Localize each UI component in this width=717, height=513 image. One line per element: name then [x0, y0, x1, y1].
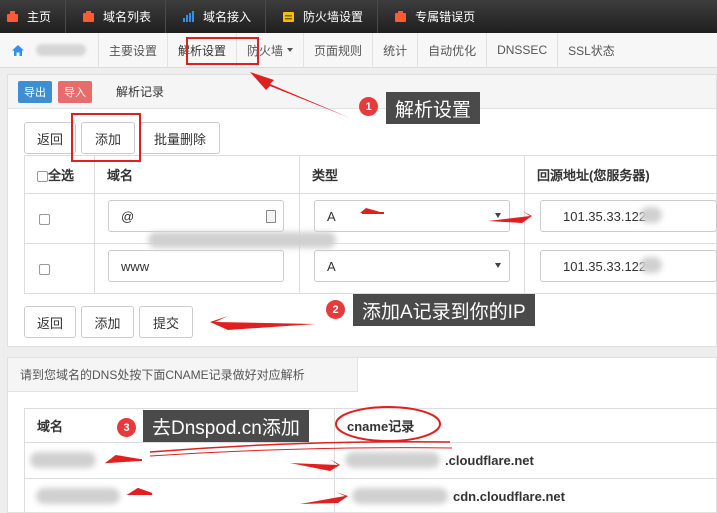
type-select-value: A	[327, 258, 336, 274]
divider	[165, 0, 167, 33]
cname-value: .cloudflare.net	[445, 453, 534, 468]
nav-firewall-label: 防火墙设置	[303, 10, 364, 24]
origin-input[interactable]: 101.35.33.122	[540, 200, 717, 232]
select-all-checkbox[interactable]	[37, 171, 48, 183]
row-checkbox[interactable]	[39, 264, 50, 276]
blurred-region	[345, 452, 440, 468]
nav-home-label: 主页	[27, 10, 52, 24]
origin-input-value: 101.35.33.122	[563, 208, 647, 224]
blurred-region	[352, 488, 448, 504]
step-callout-3: 去Dnspod.cn添加	[143, 410, 309, 442]
select-all-label: 全选	[48, 168, 75, 183]
nav-domain-access-label: 域名接入	[203, 10, 252, 24]
nav-domain-list-label: 域名列表	[103, 10, 152, 24]
blurred-region	[640, 207, 662, 223]
type-select[interactable]: A	[314, 250, 510, 282]
origin-input-value: 101.35.33.122	[563, 258, 647, 274]
row-select-cell	[24, 243, 95, 294]
tab-main-settings[interactable]: 主要设置	[98, 32, 167, 68]
highlight-box-add-button	[71, 113, 141, 162]
tab-page-rules[interactable]: 页面规则	[303, 32, 372, 68]
caret-down-icon	[287, 48, 294, 52]
step-number-3: 3	[117, 418, 136, 437]
home-icon[interactable]	[0, 44, 36, 57]
top-navbar: 主页 域名列表 域名接入 防火墙设置 专属错误页	[0, 0, 717, 33]
domain-name-blurred	[36, 44, 86, 56]
domain-input-value: @	[121, 208, 135, 224]
origin-input[interactable]: 101.35.33.122	[540, 250, 717, 282]
page-icon	[394, 10, 407, 23]
blurred-region	[30, 452, 96, 468]
list-icon	[82, 10, 95, 23]
tab-ssl-status[interactable]: SSL状态	[557, 32, 625, 68]
row-checkbox[interactable]	[39, 214, 50, 226]
cname-notice-bar: 请到您域名的DNS处按下面CNAME记录做好对应解析	[8, 358, 358, 392]
add-button-bottom[interactable]: 添加	[81, 306, 134, 338]
bulk-delete-button[interactable]: 批量删除	[140, 122, 220, 154]
chevron-down-icon	[495, 213, 501, 218]
origin-header: 回源地址(您服务器)	[524, 155, 717, 194]
chevron-down-icon	[495, 263, 501, 268]
type-select-value: A	[327, 208, 336, 224]
tab-auto-optimize[interactable]: 自动优化	[417, 32, 486, 68]
nav-error-page-label: 专属错误页	[415, 10, 476, 24]
step-callout-1: 解析设置	[386, 92, 481, 124]
import-button[interactable]: 导入	[58, 80, 92, 103]
highlight-box-dns-tab	[186, 37, 259, 65]
calendar-icon	[282, 10, 295, 23]
type-header: 类型	[299, 155, 525, 194]
contact-card-icon	[266, 210, 276, 223]
divider	[65, 0, 67, 33]
cname-value: cdn.cloudflare.net	[453, 489, 565, 504]
row-select-cell	[24, 193, 95, 244]
domain-input[interactable]: @	[108, 200, 284, 232]
export-button[interactable]: 导出	[18, 80, 52, 103]
cname-notice: 请到您域名的DNS处按下面CNAME记录做好对应解析	[20, 368, 305, 382]
nav-home[interactable]: 主页	[0, 0, 65, 33]
tab-stats[interactable]: 统计	[372, 32, 417, 68]
bar-chart-icon	[182, 10, 195, 23]
step-number-1: 1	[359, 97, 378, 116]
step-callout-2: 添加A记录到你的IP	[353, 294, 535, 326]
submit-button[interactable]: 提交	[139, 306, 193, 338]
tab-dnssec[interactable]: DNSSEC	[486, 32, 557, 68]
divider	[377, 0, 379, 33]
domain-input[interactable]: www	[108, 250, 284, 282]
step-number-2: 2	[326, 300, 345, 319]
nav-domain-list[interactable]: 域名列表	[76, 0, 165, 33]
nav-firewall[interactable]: 防火墙设置	[276, 0, 377, 33]
back-button-bottom[interactable]: 返回	[24, 306, 76, 338]
type-select[interactable]: A	[314, 200, 510, 232]
nav-error-page[interactable]: 专属错误页	[388, 0, 489, 33]
home-icon	[6, 10, 19, 23]
back-button-top[interactable]: 返回	[24, 122, 76, 154]
blurred-region	[148, 232, 336, 248]
divider	[265, 0, 267, 33]
nav-domain-access[interactable]: 域名接入	[176, 0, 265, 33]
settings-tabbar: 主要设置 解析设置 防火墙 页面规则 统计 自动优化 DNSSEC SSL状态	[0, 32, 717, 68]
blurred-region	[36, 488, 120, 504]
domain-input-value: www	[121, 258, 150, 274]
cname-record-header: cname记录	[334, 408, 717, 443]
records-title: 解析记录	[116, 85, 165, 99]
blurred-region	[640, 257, 662, 273]
